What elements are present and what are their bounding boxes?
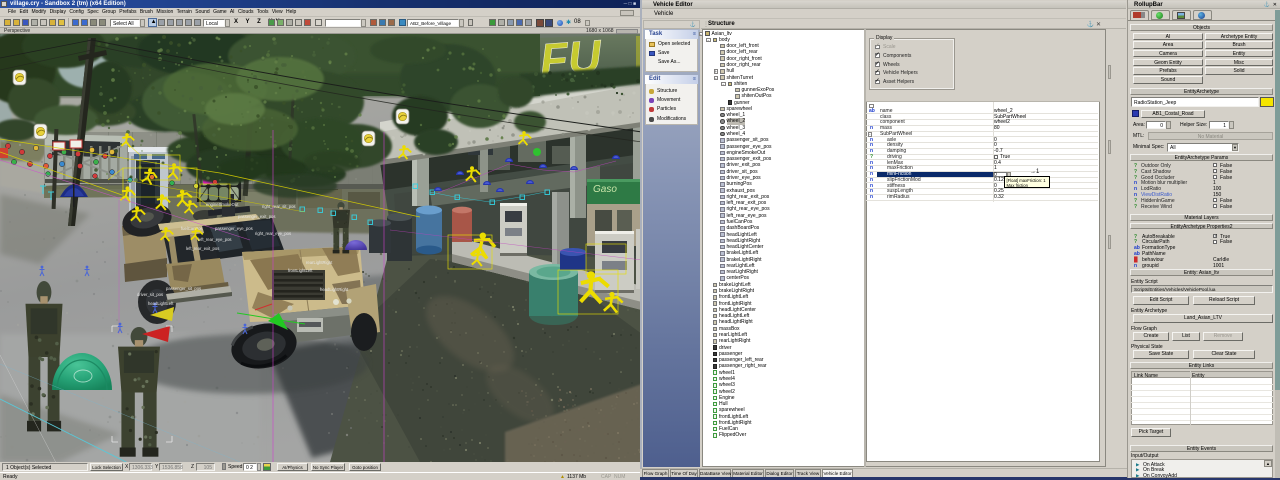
- svg-text:fuelCanPos: fuelCanPos: [181, 226, 203, 231]
- svg-text:passenger_exit_pos: passenger_exit_pos: [238, 214, 275, 219]
- svg-text:driver_sit_pos: driver_sit_pos: [137, 292, 163, 297]
- svg-text:passenger_sit_pos: passenger_sit_pos: [166, 286, 201, 291]
- svg-text:headLightRight: headLightRight: [320, 287, 349, 292]
- svg-text:frontLightLeft: frontLightLeft: [288, 268, 313, 273]
- svg-text:left_rear_exit_pos: left_rear_exit_pos: [186, 246, 219, 251]
- svg-text:headLightLeft: headLightLeft: [148, 301, 174, 306]
- svg-text:rearLightRight: rearLightRight: [306, 260, 333, 265]
- svg-text:Gaso: Gaso: [593, 184, 617, 195]
- svg-text:engineSmokeOut: engineSmokeOut: [206, 202, 239, 207]
- svg-text:right_rear_sit_pos: right_rear_sit_pos: [262, 204, 296, 209]
- svg-text:passenger_eye_pos: passenger_eye_pos: [215, 226, 253, 231]
- svg-text:right_rear_eye_pos: right_rear_eye_pos: [255, 231, 291, 236]
- svg-text:left_rear_eye_pos: left_rear_eye_pos: [198, 237, 232, 242]
